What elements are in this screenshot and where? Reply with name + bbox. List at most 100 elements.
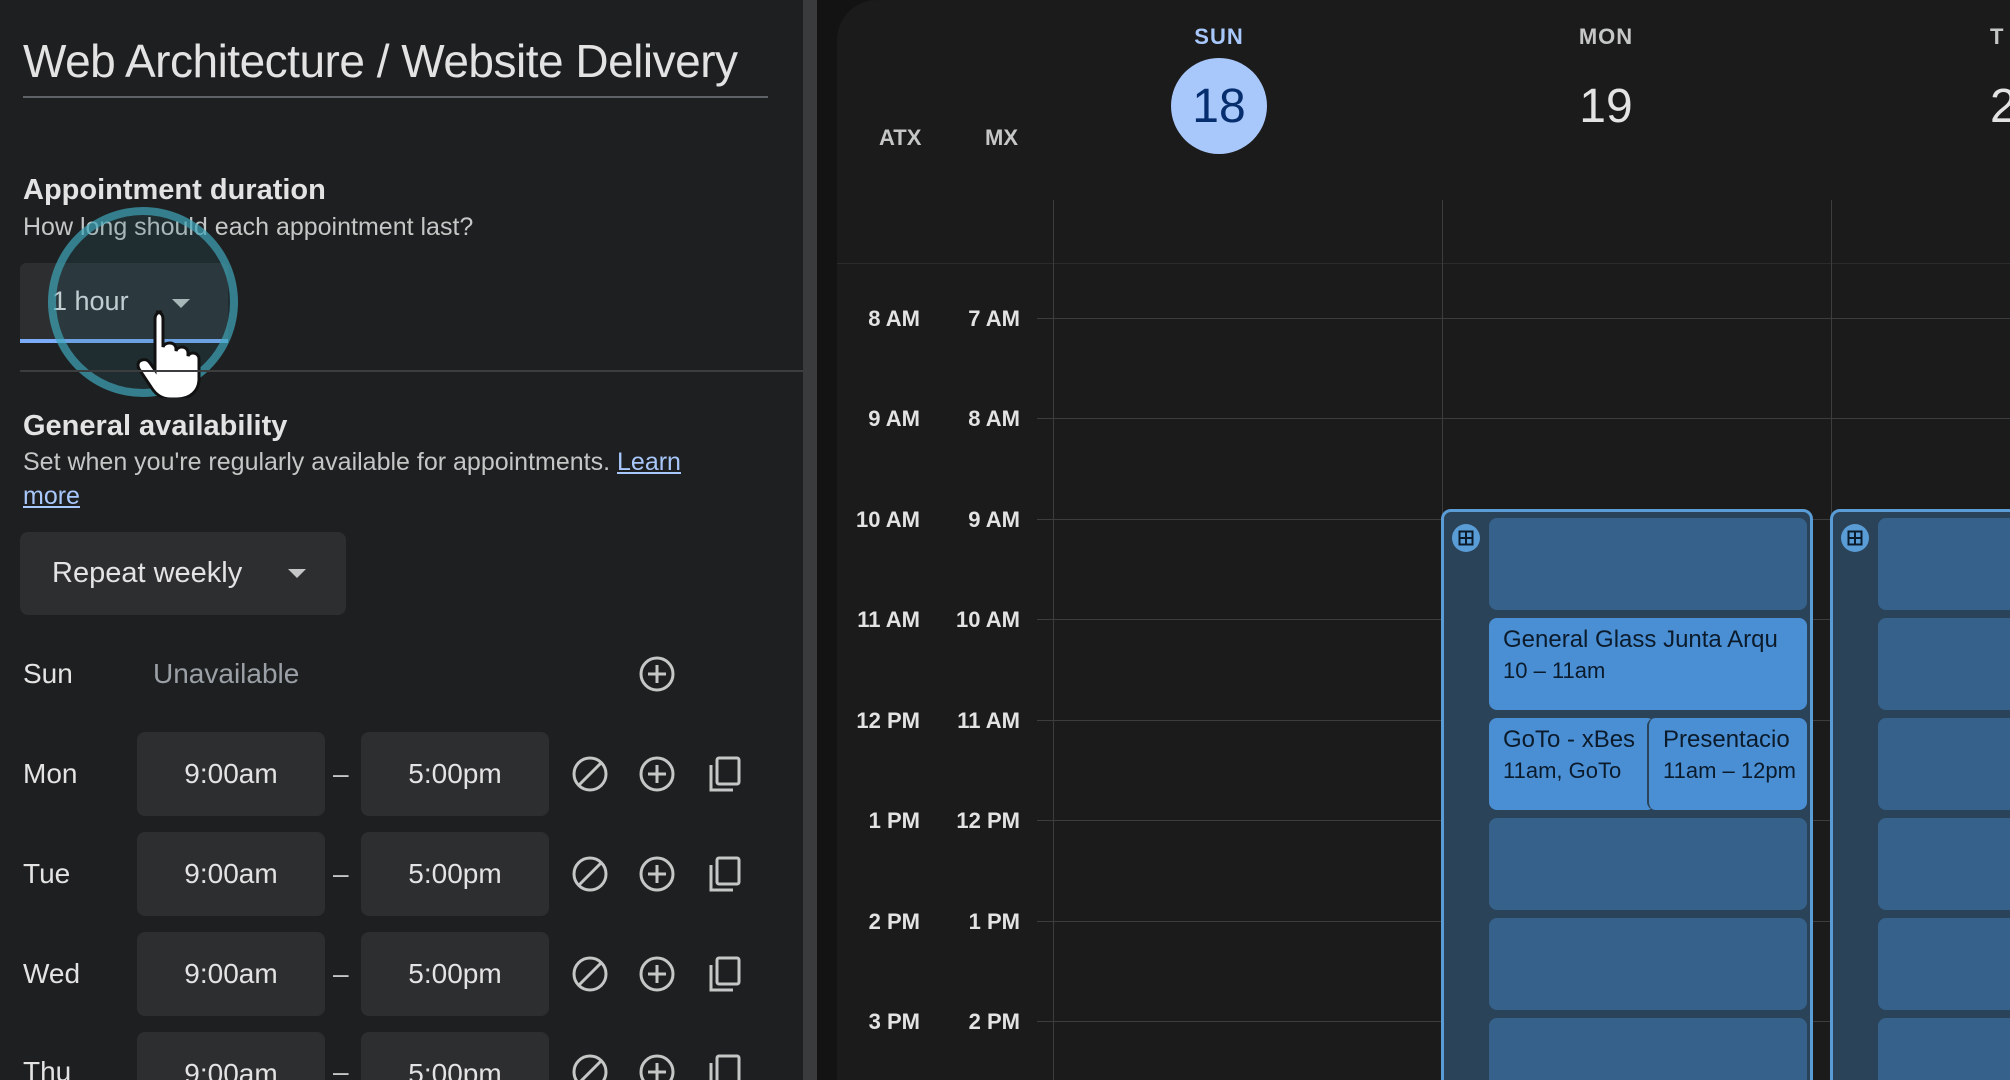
end-time-field[interactable]: 5:00pm bbox=[361, 932, 549, 1016]
hour-label-mx: 2 PM bbox=[968, 1009, 1020, 1034]
day-row-mon: Mon 9:00am – 5:00pm bbox=[0, 732, 803, 816]
hour-gridline bbox=[1037, 418, 2010, 419]
page-title[interactable]: Web Architecture / Website Delivery bbox=[23, 34, 768, 88]
hour-row: 9 AM 8 AM bbox=[837, 402, 2010, 502]
event-title: Presentacio bbox=[1663, 726, 1790, 753]
hour-label-mx: 11 AM bbox=[957, 708, 1020, 733]
repeat-dropdown[interactable]: Repeat weekly bbox=[20, 532, 346, 615]
bookable-slot[interactable] bbox=[1489, 1018, 1807, 1080]
bookable-slot[interactable] bbox=[1489, 518, 1807, 610]
hour-label-atx: 8 AM bbox=[868, 306, 920, 331]
add-circle-icon[interactable] bbox=[636, 1051, 678, 1080]
start-time-field[interactable]: 9:00am bbox=[137, 832, 325, 916]
bookable-slot[interactable] bbox=[1878, 518, 2010, 610]
duration-value: 1 hour bbox=[52, 285, 129, 316]
range-dash: – bbox=[333, 758, 349, 789]
hour-label-mx: 8 AM bbox=[968, 406, 1020, 431]
duration-heading: Appointment duration bbox=[23, 174, 326, 206]
date-number: 19 bbox=[1579, 79, 1633, 133]
availability-heading: General availability bbox=[23, 410, 288, 442]
hour-label-atx: 3 PM bbox=[868, 1009, 920, 1034]
calendar-event[interactable]: Presentacio 11am – 12pm bbox=[1647, 718, 1807, 810]
day-label: Thu bbox=[23, 1056, 72, 1080]
calendar-view: ATX MX SUN 18 MON 19 T 2 8 AM 7 AM 9 AM … bbox=[817, 0, 2010, 1080]
duration-dropdown[interactable]: 1 hour bbox=[20, 263, 228, 343]
bookable-slot[interactable] bbox=[1489, 818, 1807, 910]
bookable-slot[interactable] bbox=[1489, 918, 1807, 1010]
hour-label-atx: 1 PM bbox=[868, 808, 920, 833]
hour-label-mx: 7 AM bbox=[968, 306, 1020, 331]
bookable-slot[interactable] bbox=[1878, 718, 2010, 810]
event-title: GoTo - xBes bbox=[1503, 726, 1636, 753]
calendar-event[interactable]: General Glass Junta Arqu 10 – 11am bbox=[1489, 618, 1807, 710]
header-divider bbox=[837, 263, 2010, 264]
learn-more-link[interactable]: Learn bbox=[617, 448, 681, 476]
availability-subtext-text: Set when you're regularly available for … bbox=[23, 448, 611, 476]
section-divider bbox=[20, 370, 803, 372]
panel-resize-handle[interactable] bbox=[803, 0, 817, 1080]
calendar-grid: ATX MX SUN 18 MON 19 T 2 8 AM 7 AM 9 AM … bbox=[837, 0, 2010, 1080]
booking-settings-panel: Web Architecture / Website Delivery Appo… bbox=[0, 0, 803, 1080]
start-time-field[interactable]: 9:00am bbox=[137, 932, 325, 1016]
add-circle-icon[interactable] bbox=[636, 753, 678, 795]
availability-block-tue[interactable] bbox=[1830, 509, 2010, 1080]
day-label: Tue bbox=[23, 858, 71, 889]
hour-row: 8 AM 7 AM bbox=[837, 302, 2010, 402]
day-label: Sun bbox=[23, 658, 73, 689]
day-header-mon[interactable]: MON 19 bbox=[1558, 24, 1654, 154]
copy-icon[interactable] bbox=[703, 853, 745, 895]
availability-block-mon[interactable]: General Glass Junta Arqu 10 – 11am GoTo … bbox=[1441, 509, 1813, 1080]
end-time-field[interactable]: 5:00pm bbox=[361, 732, 549, 816]
end-time-field[interactable]: 5:00pm bbox=[361, 1032, 549, 1080]
calendar-event[interactable]: GoTo - xBes 11am, GoTo bbox=[1489, 718, 1655, 810]
day-of-week: MON bbox=[1578, 24, 1634, 49]
hour-label-atx: 9 AM bbox=[868, 406, 920, 431]
start-time-field[interactable]: 9:00am bbox=[137, 732, 325, 816]
event-title: General Glass Junta Arqu bbox=[1503, 626, 1778, 653]
day-label: Wed bbox=[23, 958, 81, 989]
day-header-tue[interactable]: T 2 bbox=[1990, 24, 2010, 154]
learn-more-link-cont[interactable]: more bbox=[23, 482, 80, 510]
bookable-slot[interactable] bbox=[1878, 618, 2010, 710]
bookable-slot[interactable] bbox=[1878, 918, 2010, 1010]
copy-icon[interactable] bbox=[703, 753, 745, 795]
chevron-down-icon bbox=[172, 299, 190, 308]
copy-icon[interactable] bbox=[703, 953, 745, 995]
duration-subtext: How long should each appointment last? bbox=[23, 213, 474, 241]
block-icon[interactable] bbox=[569, 753, 611, 795]
add-circle-icon[interactable] bbox=[636, 653, 678, 695]
range-dash: – bbox=[333, 1056, 349, 1080]
add-circle-icon[interactable] bbox=[636, 953, 678, 995]
copy-icon[interactable] bbox=[703, 1051, 745, 1080]
day-row-wed: Wed 9:00am – 5:00pm bbox=[0, 932, 803, 1016]
hour-gridline bbox=[1037, 318, 2010, 319]
timezone-label-atx: ATX bbox=[879, 125, 922, 150]
block-icon[interactable] bbox=[569, 853, 611, 895]
add-circle-icon[interactable] bbox=[636, 853, 678, 895]
bookable-slot[interactable] bbox=[1878, 818, 2010, 910]
availability-subtext: Set when you're regularly available for … bbox=[23, 448, 681, 477]
block-icon[interactable] bbox=[569, 1051, 611, 1080]
hour-label-mx: 12 PM bbox=[956, 808, 1020, 833]
hour-label-atx: 10 AM bbox=[856, 507, 920, 532]
date-number-today: 18 bbox=[1171, 58, 1267, 154]
event-time: 11am, GoTo bbox=[1503, 758, 1622, 783]
range-dash: – bbox=[333, 858, 349, 889]
hour-label-mx: 9 AM bbox=[968, 507, 1020, 532]
title-underline bbox=[23, 96, 768, 98]
day-row-tue: Tue 9:00am – 5:00pm bbox=[0, 832, 803, 916]
range-dash: – bbox=[333, 958, 349, 989]
day-header-sun[interactable]: SUN 18 bbox=[1171, 24, 1267, 154]
hour-label-atx: 11 AM bbox=[857, 607, 920, 632]
schedule-grid-icon bbox=[1452, 524, 1480, 552]
day-row-sun: Sun Unavailable bbox=[0, 632, 803, 716]
bookable-slot[interactable] bbox=[1878, 1018, 2010, 1080]
block-icon[interactable] bbox=[569, 953, 611, 995]
event-time: 11am – 12pm bbox=[1663, 758, 1796, 783]
end-time-field[interactable]: 5:00pm bbox=[361, 832, 549, 916]
start-time-field[interactable]: 9:00am bbox=[137, 1032, 325, 1080]
day-of-week: T bbox=[1990, 24, 2005, 49]
repeat-value: Repeat weekly bbox=[52, 557, 243, 589]
day-label: Mon bbox=[23, 758, 78, 789]
chevron-down-icon bbox=[288, 569, 306, 578]
